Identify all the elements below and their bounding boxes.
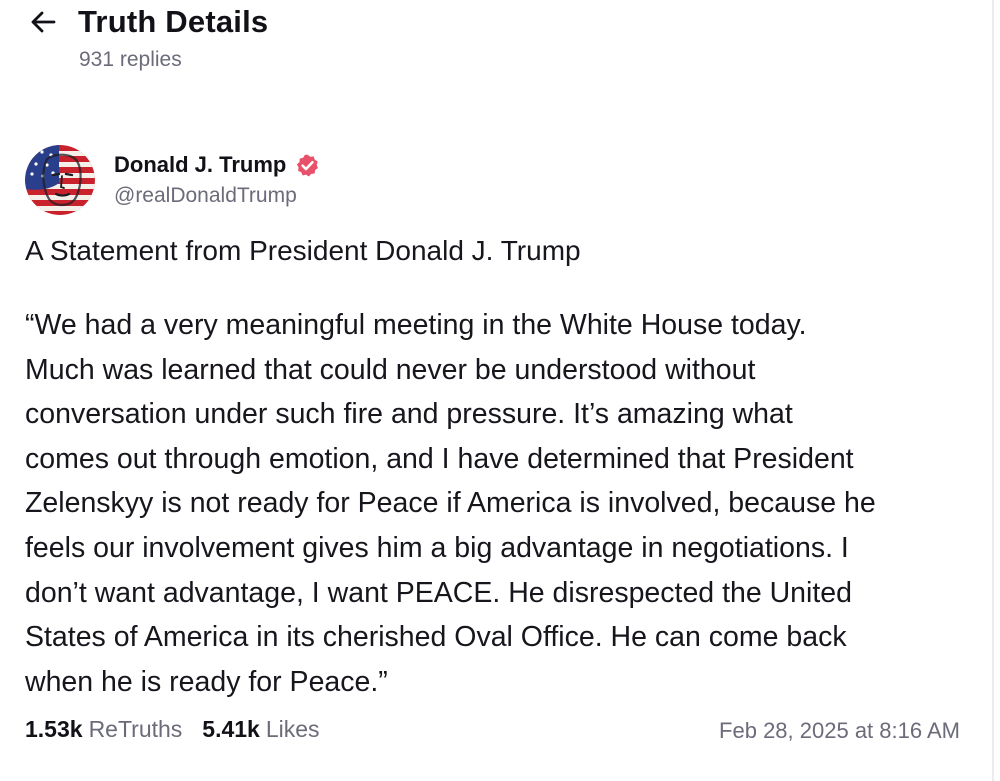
post-body-line: feels our involvement gives him a big ad… xyxy=(25,531,849,564)
page-title: Truth Details xyxy=(78,4,269,39)
author-name-row: Donald J. Trump xyxy=(114,150,320,180)
post-body-line: when he is ready for Peace.” xyxy=(25,665,388,698)
post-body: “We had a very meaningful meeting in the… xyxy=(25,303,970,704)
post-headline: A Statement from President Donald J. Tru… xyxy=(25,235,581,266)
retruths-label: ReTruths xyxy=(88,716,183,742)
verified-badge-icon xyxy=(295,153,320,178)
avatar-image xyxy=(25,145,95,215)
avatar[interactable] xyxy=(25,145,95,215)
likes-label: Likes xyxy=(265,716,320,742)
likes-count: 5.41k xyxy=(202,716,260,742)
post-timestamp: Feb 28, 2025 at 8:16 AM xyxy=(719,718,960,743)
author-handle[interactable]: @realDonaldTrump xyxy=(114,184,320,208)
post-detail-panel: Truth Details 931 replies Donald J. Trum… xyxy=(0,0,994,781)
arrow-left-icon xyxy=(31,11,56,33)
post-body-line: States of America in its cherished Oval … xyxy=(25,621,847,654)
page-header: Truth Details xyxy=(28,4,268,40)
author-display-name[interactable]: Donald J. Trump xyxy=(114,152,286,178)
post-body-line: don’t want advantage, I want PEACE. He d… xyxy=(25,576,852,609)
replies-count: 931 replies xyxy=(79,48,182,71)
retruths-stat[interactable]: 1.53k ReTruths xyxy=(25,716,182,743)
post-author: Donald J. Trump @realDonaldTrump xyxy=(25,145,320,215)
retruths-count: 1.53k xyxy=(25,716,83,742)
post-stats: 1.53k ReTruths 5.41k Likes xyxy=(25,716,320,743)
back-button[interactable] xyxy=(28,5,62,39)
author-meta: Donald J. Trump @realDonaldTrump xyxy=(114,150,320,208)
post-body-line: “We had a very meaningful meeting in the… xyxy=(25,309,807,341)
post-body-line: Much was learned that could never be und… xyxy=(25,353,756,386)
likes-stat[interactable]: 5.41k Likes xyxy=(202,716,319,743)
post-body-line: conversation under such fire and pressur… xyxy=(25,398,793,431)
post-body-line: comes out through emotion, and I have de… xyxy=(25,442,854,475)
post-body-line: Zelenskyy is not ready for Peace if Amer… xyxy=(25,487,876,520)
